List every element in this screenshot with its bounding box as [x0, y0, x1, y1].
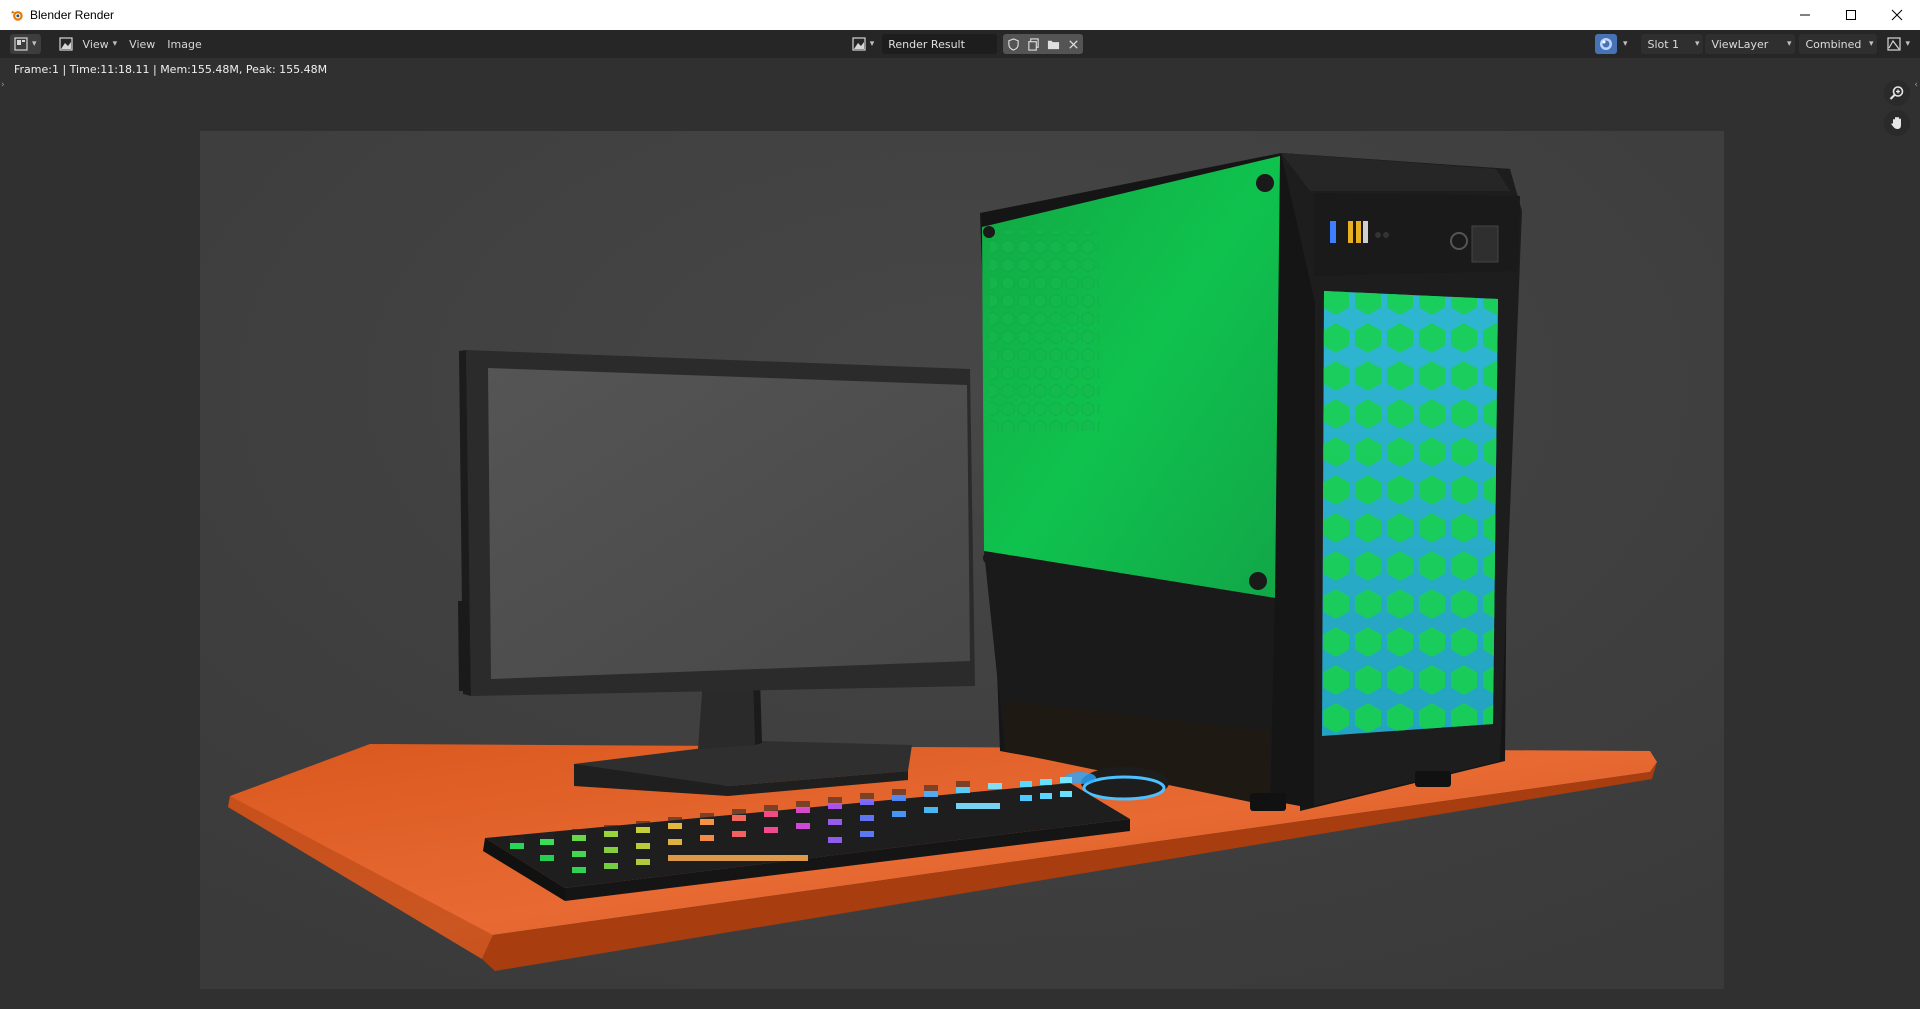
minimize-icon: [1800, 14, 1810, 16]
view-dropdown-label: View: [82, 37, 109, 51]
render-scene: [200, 131, 1724, 989]
chevron-down-icon: ▾: [1868, 39, 1874, 49]
toolshelf-expand-arrow[interactable]: ‹: [1914, 80, 1918, 90]
view-layer-dropdown[interactable]: ViewLayer ▾: [1705, 34, 1796, 54]
image-viewport[interactable]: › ‹: [0, 80, 1920, 1009]
color-channels-icon: [1599, 38, 1612, 50]
chevron-down-icon: ▾: [869, 39, 875, 49]
editor-type-button[interactable]: ▾: [10, 34, 41, 54]
open-image-button[interactable]: [1043, 34, 1064, 54]
browse-image-button[interactable]: ▾: [848, 34, 879, 54]
unlink-image-button[interactable]: [1063, 34, 1084, 54]
hand-icon: [1891, 117, 1901, 129]
image-view-icon: [58, 37, 73, 51]
close-window-button[interactable]: [1874, 0, 1920, 30]
window-titlebar: Blender Render: [0, 0, 1920, 30]
chevron-down-icon[interactable]: ▾: [1623, 39, 1628, 49]
image-name-field[interactable]: Render Result: [882, 34, 998, 54]
chevron-down-icon: ▾: [112, 39, 118, 49]
blender-logo-icon: [10, 10, 23, 21]
render-pass-dropdown[interactable]: Combined ▾: [1799, 34, 1878, 54]
render-result-image: [200, 131, 1724, 989]
image-editor-icon: [14, 37, 28, 51]
sidebar-expand-arrow[interactable]: ›: [1, 80, 5, 90]
shield-icon: [1008, 37, 1019, 51]
window-title: Blender Render: [30, 8, 115, 22]
curve-tool-icon: [1887, 37, 1902, 51]
close-icon: [1891, 9, 1903, 21]
zoom-icon: [1889, 86, 1904, 100]
image-browse-icon: [852, 37, 866, 51]
menu-view[interactable]: View: [123, 34, 161, 54]
folder-icon: [1047, 40, 1059, 49]
display-channels-button[interactable]: [1594, 34, 1617, 54]
slot-dropdown[interactable]: Slot 1 ▾: [1641, 34, 1704, 54]
chevron-down-icon: ▾: [1905, 39, 1910, 49]
minimize-button[interactable]: [1782, 0, 1828, 30]
view-mode-button[interactable]: [55, 34, 77, 54]
render-stats-text: Frame:1 | Time:11:18.11 | Mem:155.48M, P…: [14, 62, 328, 76]
render-pass-label: Combined: [1805, 37, 1862, 51]
close-icon: [1069, 39, 1078, 49]
image-editor-header: ▾ View ▾ View Image ▾ Render Result ▾ Sl…: [0, 30, 1920, 58]
view-layer-label: ViewLayer: [1711, 37, 1769, 51]
slot-label: Slot 1: [1647, 37, 1680, 51]
maximize-icon: [1846, 10, 1856, 20]
chevron-down-icon: ▾: [1786, 39, 1792, 49]
duplicate-icon: [1028, 37, 1039, 51]
fake-user-button[interactable]: [1003, 34, 1024, 54]
view-dropdown[interactable]: View ▾: [77, 34, 124, 54]
render-info-bar: Frame:1 | Time:11:18.11 | Mem:155.48M, P…: [0, 58, 1920, 80]
menu-image[interactable]: Image: [161, 34, 207, 54]
zoom-gizmo-button[interactable]: [1884, 80, 1910, 106]
chevron-down-icon: ▾: [1694, 39, 1700, 49]
maximize-button[interactable]: [1828, 0, 1874, 30]
pan-gizmo-button[interactable]: [1884, 110, 1910, 136]
sample-tool-button[interactable]: ▾: [1883, 34, 1914, 54]
chevron-down-icon: ▾: [32, 39, 37, 49]
new-image-button[interactable]: [1023, 34, 1044, 54]
